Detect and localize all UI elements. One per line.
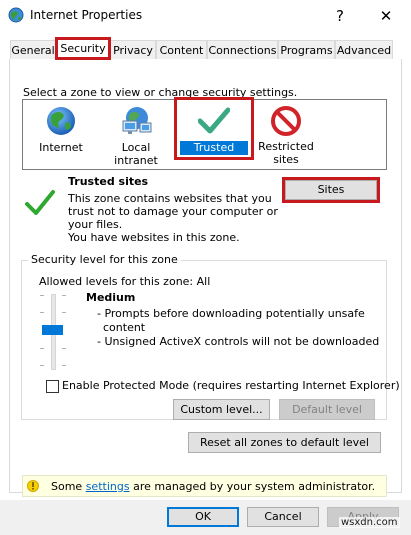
zone-restricted-sites[interactable]: Restricted sites [254, 103, 318, 167]
slider-tick [62, 295, 66, 296]
tab-content[interactable]: Content [156, 40, 207, 59]
security-level-bullet: - Prompts before downloading potentially… [97, 307, 365, 320]
policy-info-prefix: Some [51, 480, 86, 493]
policy-info-text: Some settings are managed by your system… [51, 480, 375, 493]
window-title: Internet Properties [30, 8, 143, 22]
zone-internet[interactable]: Internet [32, 103, 90, 163]
zone-trusted-sites[interactable]: Trusted sites [176, 99, 252, 168]
watermark: wsxdn.com [339, 517, 400, 528]
zone-info-line: This zone contains websites that you [68, 192, 272, 205]
tab-security[interactable]: Security [56, 37, 110, 60]
internet-options-icon [8, 7, 24, 23]
allowed-levels-label: Allowed levels for this zone: All [39, 275, 211, 288]
security-level-bullet: content [103, 321, 146, 334]
slider-tick [40, 312, 44, 313]
security-level-legend: Security level for this zone [28, 253, 181, 266]
security-level-slider[interactable] [36, 292, 70, 370]
trusted-sites-checkmark-icon [25, 190, 55, 215]
cancel-button[interactable]: Cancel [247, 507, 319, 527]
title-bar: Internet Properties ? ✕ [0, 0, 411, 32]
ok-button[interactable]: OK [167, 507, 239, 527]
reset-all-zones-button[interactable]: Reset all zones to default level [188, 432, 381, 453]
zone-local-intranet[interactable]: Local intranet [100, 103, 172, 167]
slider-tick [40, 348, 44, 349]
security-level-name: Medium [86, 291, 136, 304]
checkmark-icon [198, 107, 230, 134]
tab-privacy[interactable]: Privacy [110, 40, 156, 59]
tab-connections[interactable]: Connections [207, 40, 278, 59]
restricted-icon [271, 106, 301, 136]
slider-thumb[interactable] [42, 325, 63, 335]
close-button[interactable]: ✕ [371, 3, 401, 29]
security-level-bullet: - Unsigned ActiveX controls will not be … [97, 335, 380, 348]
zone-label: Local intranet [114, 141, 158, 167]
settings-link[interactable]: settings [86, 480, 130, 493]
tab-programs[interactable]: Programs [278, 40, 335, 59]
zone-info-title: Trusted sites [68, 175, 149, 188]
tab-advanced[interactable]: Advanced [335, 40, 393, 59]
protected-mode-checkbox-row[interactable]: Enable Protected Mode (requires restarti… [46, 379, 400, 394]
sites-button[interactable]: Sites [285, 180, 377, 200]
protected-mode-label: Enable Protected Mode (requires restarti… [62, 379, 400, 392]
zone-info-line: trust not to damage your computer or [68, 205, 278, 218]
slider-tick [62, 365, 66, 366]
slider-tick [40, 295, 44, 296]
policy-info-suffix: are managed by your system administrator… [129, 480, 376, 493]
info-icon [27, 480, 39, 492]
zone-info-line: your files. [68, 218, 123, 231]
slider-tick [40, 365, 44, 366]
zone-prompt: Select a zone to view or change security… [23, 86, 298, 99]
security-level-description: - Prompts before downloading potentially… [97, 307, 379, 349]
slider-tick [62, 348, 66, 349]
policy-info-bar: Some settings are managed by your system… [22, 475, 387, 497]
zone-info-line: You have websites in this zone. [68, 231, 240, 244]
slider-tick [62, 312, 66, 313]
globe-icon [47, 107, 75, 135]
zone-label: Restricted sites [254, 140, 318, 166]
zone-label: Internet [39, 141, 83, 154]
zone-label-selected: Trusted sites [180, 141, 248, 168]
custom-level-button[interactable]: Custom level... [173, 399, 270, 420]
zone-label-line1: Restricted [258, 140, 314, 153]
help-button[interactable]: ? [325, 3, 355, 29]
intranet-icon [122, 107, 152, 134]
tab-general[interactable]: General [10, 40, 56, 59]
protected-mode-checkbox[interactable] [46, 380, 59, 393]
default-level-button[interactable]: Default level [279, 399, 375, 420]
zone-label-line2: sites [273, 153, 299, 166]
zone-info-description: This zone contains websites that you tru… [68, 192, 278, 244]
